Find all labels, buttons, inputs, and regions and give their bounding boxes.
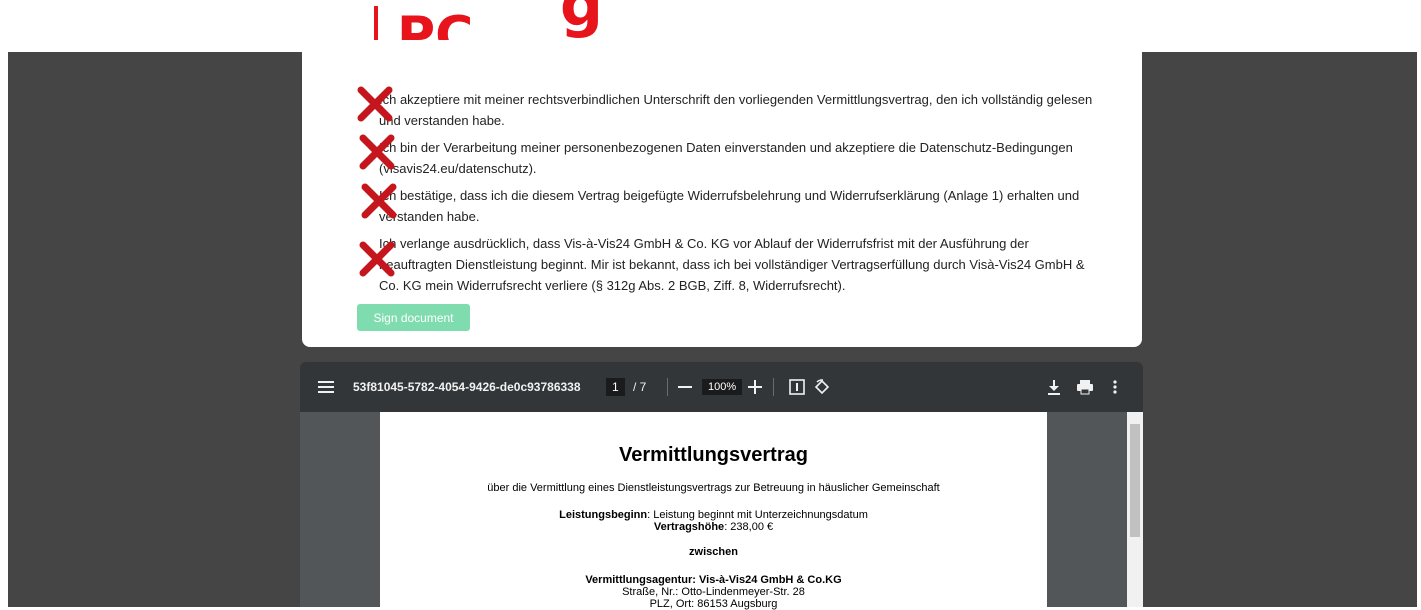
pdf-page: Vermittlungsvertrag über die Vermittlung… [380,412,1047,610]
start-label: Leistungsbeginn [559,509,648,521]
consent-text: Ich bin der Verarbeitung meiner personen… [379,140,1073,176]
agency-city: PLZ, Ort: 86153 Augsburg [649,598,778,610]
checkbox-3-x-icon[interactable] [361,183,397,219]
more-vertical-icon[interactable] [1113,362,1117,412]
amount-line: Vertragshöhe: 238,00 € [380,521,1047,533]
consent-text: Ich akzeptiere mit meiner rechtsverbindl… [379,92,1093,128]
checkbox-4-x-icon[interactable] [359,241,395,277]
plus-icon[interactable] [748,362,762,412]
consent-item-1: Ich akzeptiere mit meiner rechtsverbindl… [379,89,1099,131]
between-text: zwischen [689,546,738,558]
pdf-scrollbar-thumb[interactable] [1130,424,1140,537]
consent-item-3: Ich bestätige, dass ich die diesem Vertr… [379,185,1099,227]
consent-text: Ich bestätige, dass ich die diesem Vertr… [379,188,1080,224]
amount-label: Vertragshöhe [653,521,725,533]
file-name: 53f81045-5782-4054-9426-de0c93786338 [353,380,581,394]
page-number-input[interactable]: 1 [606,378,625,396]
start-line: Leistungsbeginn: Leistung beginnt mit Un… [380,509,1047,521]
toolbar-divider [667,378,668,396]
fit-page-icon[interactable] [789,362,805,412]
page-total: / 7 [633,380,647,394]
pdf-toolbar: 53f81045-5782-4054-9426-de0c93786338 1 /… [300,362,1143,412]
download-icon[interactable] [1047,362,1061,412]
document-subtitle: über die Vermittlung eines Dienstleistun… [487,482,940,494]
hamburger-icon[interactable] [318,362,334,412]
checkbox-1-x-icon[interactable] [357,86,393,122]
consent-text: Ich verlange ausdrücklich, dass Vis-à-Vi… [379,236,1085,293]
sign-document-button[interactable]: Sign document [357,304,470,331]
consent-item-4: Ich verlange ausdrücklich, dass Vis-à-Vi… [379,233,1099,296]
rotate-icon[interactable] [814,362,830,412]
minus-icon[interactable] [678,362,692,412]
agency-label: Vermittlungsagentur: Vis-à-Vis24 GmbH & … [585,574,842,586]
toolbar-divider [773,378,774,396]
start-value: : Leistung beginnt mit Unterzeichnungsda… [647,509,868,521]
consent-item-2: Ich bin der Verarbeitung meiner personen… [379,137,1099,179]
agency-street: Straße, Nr.: Otto-Lindenmeyer-Str. 28 [622,586,805,598]
zoom-level-input[interactable]: 100% [702,379,743,395]
amount-value: : 238,00 € [724,521,774,533]
print-icon[interactable] [1076,362,1094,412]
checkbox-2-x-icon[interactable] [359,134,395,170]
document-title: Vermittlungsvertrag [619,444,808,466]
